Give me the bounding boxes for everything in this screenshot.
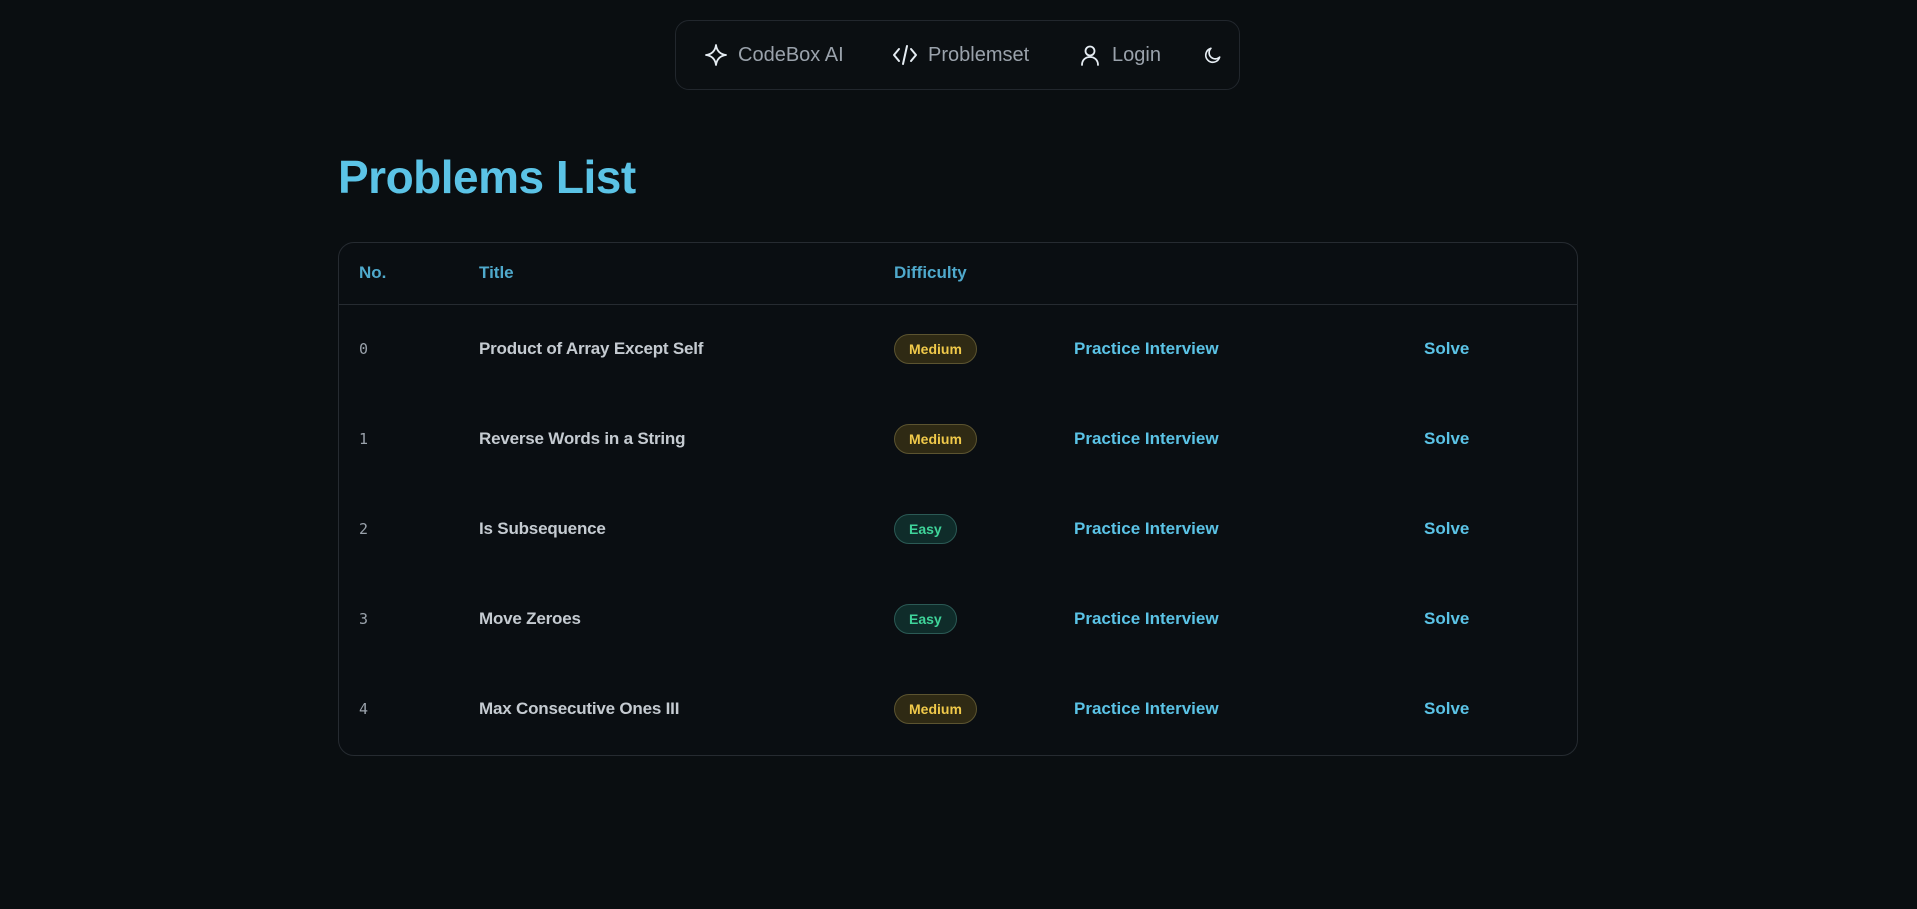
theme-toggle-button[interactable] [1203,45,1223,65]
table-row: 2 Is Subsequence Easy Practice Interview… [339,484,1577,574]
difficulty-cell: Easy [894,574,957,664]
solve-link[interactable]: Solve [1424,574,1469,664]
user-icon [1078,43,1102,67]
row-number: 4 [359,700,369,718]
practice-interview-link[interactable]: Practice Interview [1074,394,1219,484]
nav-login[interactable]: Login [1078,43,1161,67]
sparkle-icon [704,43,728,67]
problem-title: Is Subsequence [479,519,606,538]
solve-link[interactable]: Solve [1424,484,1469,574]
solve-link[interactable]: Solve [1424,664,1469,754]
code-icon [892,43,918,67]
table-row: 3 Move Zeroes Easy Practice Interview So… [339,574,1577,664]
solve-link[interactable]: Solve [1424,394,1469,484]
nav-codebox-ai-label: CodeBox AI [738,43,844,66]
problems-table: No. Title Difficulty 0 Product of Array … [338,242,1578,756]
problem-title: Max Consecutive Ones III [479,699,680,718]
header-difficulty: Difficulty [894,263,967,282]
difficulty-badge: Medium [894,424,977,454]
row-number: 2 [359,520,369,538]
difficulty-cell: Medium [894,664,977,754]
page-title: Problems List [338,151,636,203]
difficulty-cell: Easy [894,484,957,574]
table-row: 0 Product of Array Except Self Medium Pr… [339,304,1577,394]
header-title: Title [479,263,514,282]
solve-link[interactable]: Solve [1424,304,1469,394]
problem-title: Product of Array Except Self [479,339,704,358]
table-row: 4 Max Consecutive Ones III Medium Practi… [339,664,1577,754]
table-header: No. Title Difficulty [339,243,1577,305]
practice-interview-link[interactable]: Practice Interview [1074,574,1219,664]
problem-title: Move Zeroes [479,609,581,628]
nav-codebox-ai[interactable]: CodeBox AI [704,43,844,67]
row-number: 0 [359,340,369,358]
difficulty-cell: Medium [894,394,977,484]
difficulty-cell: Medium [894,304,977,394]
header-no: No. [359,263,387,282]
problem-title: Reverse Words in a String [479,429,686,448]
practice-interview-link[interactable]: Practice Interview [1074,664,1219,754]
nav-problemset-label: Problemset [928,43,1030,66]
table-row: 1 Reverse Words in a String Medium Pract… [339,394,1577,484]
difficulty-badge: Medium [894,694,977,724]
practice-interview-link[interactable]: Practice Interview [1074,484,1219,574]
top-nav: CodeBox AI Problemset Login [675,20,1240,90]
row-number: 3 [359,610,369,628]
practice-interview-link[interactable]: Practice Interview [1074,304,1219,394]
row-number: 1 [359,430,369,448]
nav-problemset[interactable]: Problemset [892,43,1029,67]
difficulty-badge: Easy [894,514,957,544]
moon-icon [1203,45,1223,65]
nav-login-label: Login [1112,43,1161,66]
difficulty-badge: Easy [894,604,957,634]
difficulty-badge: Medium [894,334,977,364]
